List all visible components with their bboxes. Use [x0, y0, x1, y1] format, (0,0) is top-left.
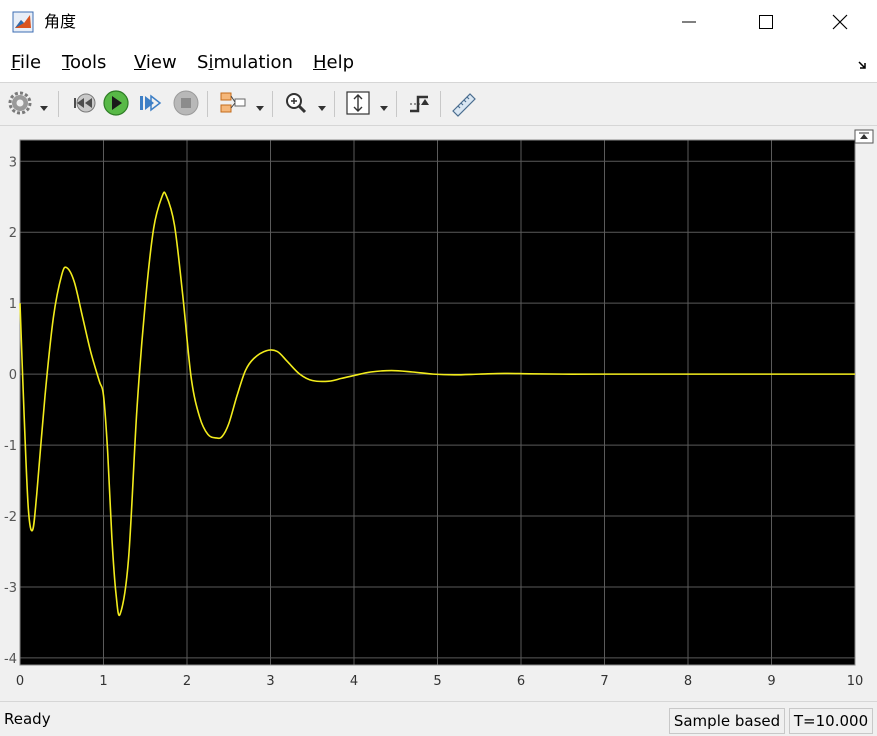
y-tick-labels: 3 2 1 0 -1 -2 -3 -4 [4, 155, 17, 667]
x-tick-label: 0 [16, 674, 24, 689]
window-titlebar: 角度 [0, 0, 877, 44]
configuration-gear-icon [8, 91, 32, 115]
minimize-icon [682, 21, 696, 23]
highlight-simulink-block-icon [220, 92, 246, 113]
menu-view-mnemonic: V [134, 52, 146, 73]
toolbar-separator [396, 91, 397, 117]
scope-display: 3 2 1 0 -1 -2 -3 -4 0 1 2 3 4 5 6 7 8 9 10 [0, 126, 877, 701]
step-forward-icon [140, 94, 162, 112]
menu-tools-mnemonic: T [62, 52, 70, 73]
x-tick-label: 3 [266, 674, 274, 689]
zoom-dropdown-icon[interactable] [318, 97, 326, 116]
x-tick-labels: 0 1 2 3 4 5 6 7 8 9 10 [16, 674, 863, 689]
x-tick-label: 2 [183, 674, 191, 689]
close-icon [832, 14, 848, 30]
step-back-button[interactable] [70, 89, 98, 117]
scale-axes-icon [346, 91, 370, 115]
menu-file[interactable]: File [11, 52, 41, 74]
close-button[interactable] [817, 0, 863, 44]
configuration-dropdown-icon[interactable] [40, 97, 48, 116]
menu-simulation-mnemonic: i [208, 52, 214, 73]
toolbar-separator [58, 91, 59, 117]
scale-axes-dropdown-icon[interactable] [380, 97, 388, 116]
y-tick-label: -2 [4, 510, 17, 525]
window-title: 角度 [44, 12, 77, 31]
toolbar-separator [207, 91, 208, 117]
simulation-time-indicator: T=10.000 [789, 708, 873, 734]
dock-arrow-icon[interactable] [857, 56, 869, 75]
scale-axes-button[interactable] [344, 89, 372, 117]
minimize-button[interactable] [666, 0, 712, 44]
y-tick-label: 0 [9, 368, 17, 383]
menu-bar: File Tools View Simulation Help [0, 44, 877, 82]
maximize-icon [759, 15, 773, 29]
y-tick-label: 1 [9, 297, 17, 312]
toolbar-separator [440, 91, 441, 117]
undock-button[interactable] [854, 129, 874, 144]
x-tick-label: 1 [99, 674, 107, 689]
menu-view[interactable]: View [134, 52, 177, 74]
trigger-button[interactable] [406, 89, 434, 117]
x-tick-label: 4 [350, 674, 358, 689]
trigger-icon [410, 95, 430, 113]
toolbar [0, 82, 877, 126]
y-tick-label: -4 [4, 652, 17, 667]
zoom-in-icon [286, 93, 307, 114]
menu-tools[interactable]: Tools [62, 52, 106, 74]
zoom-button[interactable] [282, 89, 310, 117]
y-tick-label: 3 [9, 155, 17, 170]
matlab-logo-icon [12, 11, 34, 33]
x-tick-label: 8 [684, 674, 692, 689]
run-icon [103, 90, 129, 116]
x-tick-label: 5 [433, 674, 441, 689]
maximize-button[interactable] [743, 0, 789, 44]
configuration-button[interactable] [8, 89, 34, 117]
sample-mode-indicator: Sample based [669, 708, 785, 734]
y-tick-label: 2 [9, 226, 17, 241]
stop-button[interactable] [172, 89, 200, 117]
menu-file-mnemonic: F [11, 52, 21, 73]
run-button[interactable] [102, 89, 130, 117]
status-bar: Ready Sample based T=10.000 [0, 701, 877, 736]
menu-help-mnemonic: H [313, 52, 327, 73]
toolbar-separator [334, 91, 335, 117]
measurements-button[interactable] [450, 89, 478, 117]
toolbar-separator [272, 91, 273, 117]
stop-icon [173, 90, 199, 116]
y-tick-label: -3 [4, 581, 17, 596]
scope-plot[interactable]: 3210-1-2-3-4 0 1 2 3 4 5 6 7 8 9 10 [0, 126, 877, 701]
step-forward-button[interactable] [136, 89, 164, 117]
x-tick-label: 7 [600, 674, 608, 689]
x-tick-label: 9 [767, 674, 775, 689]
menu-simulation[interactable]: Simulation [197, 52, 293, 74]
highlight-dropdown-icon[interactable] [256, 97, 264, 116]
x-tick-label: 6 [517, 674, 525, 689]
x-tick-label: 10 [847, 674, 864, 689]
highlight-block-button[interactable] [218, 89, 248, 117]
y-tick-label: -1 [4, 439, 17, 454]
menu-help[interactable]: Help [313, 52, 354, 74]
step-back-icon [74, 93, 96, 113]
measurements-icon [452, 93, 476, 117]
status-text: Ready [4, 710, 51, 728]
